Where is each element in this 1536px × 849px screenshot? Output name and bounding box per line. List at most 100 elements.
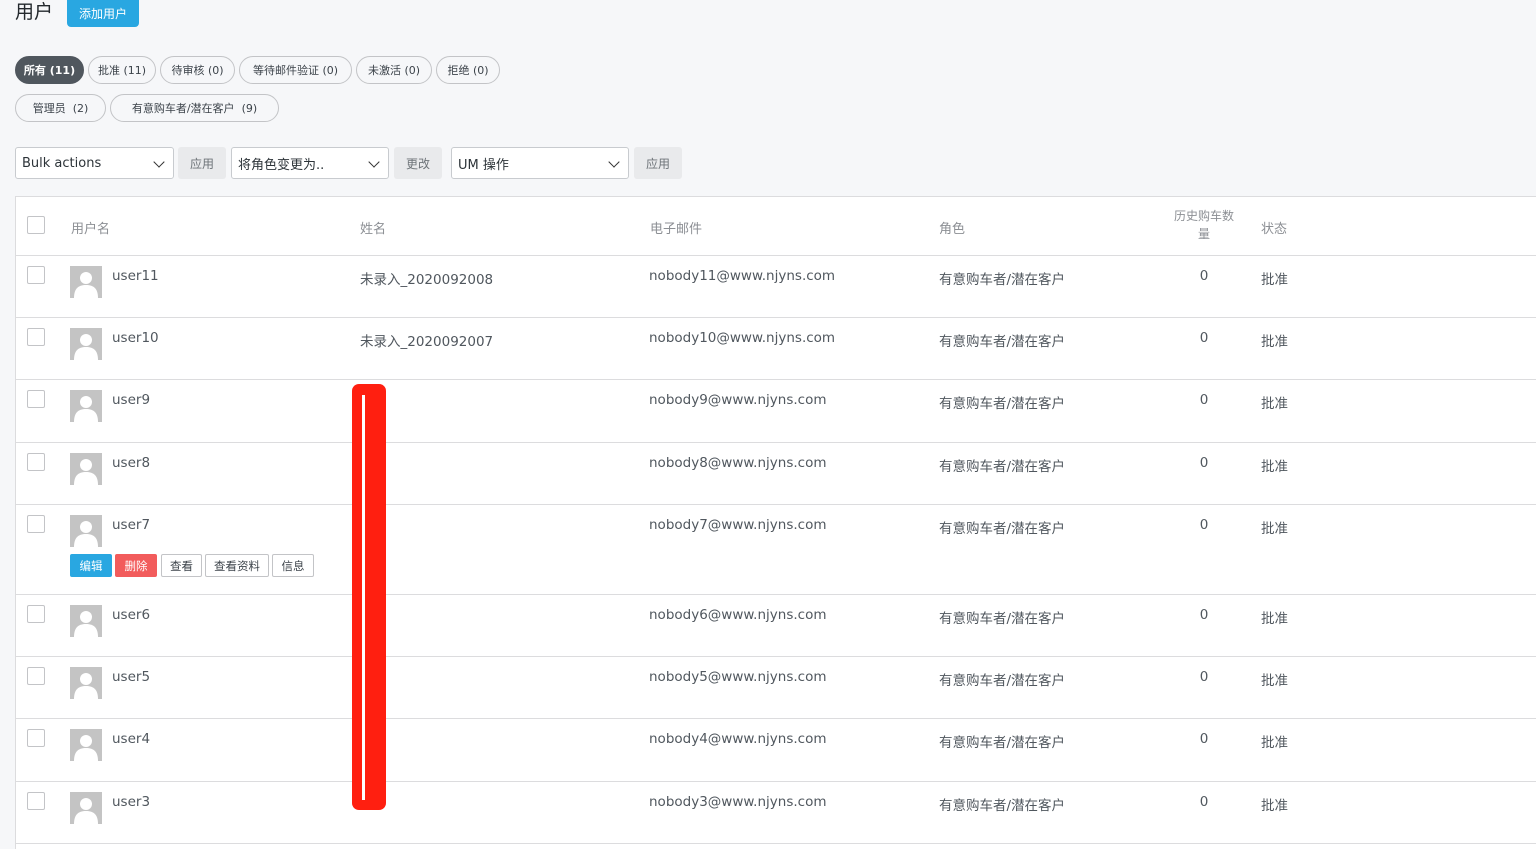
row-checkbox[interactable] [27,792,45,810]
view-button[interactable]: 查看 [161,554,202,577]
history-count: 0 [1199,455,1209,471]
row-checkbox[interactable] [27,667,45,685]
um-actions-value: UM 操作 [458,157,509,173]
history-count: 0 [1199,268,1209,284]
username-link[interactable]: user7 [112,517,150,533]
delete-button[interactable]: 删除 [115,554,157,577]
status-value: 批准 [1261,735,1288,751]
column-status: 状态 [1261,222,1288,237]
username-link[interactable]: user4 [112,731,150,747]
row-checkbox[interactable] [27,390,45,408]
email-link[interactable]: nobody4@www.njyns.com [649,731,826,747]
email-link[interactable]: nobody6@www.njyns.com [649,607,826,623]
row-checkbox[interactable] [27,453,45,471]
filter-count: (2) [72,101,89,115]
status-value: 批准 [1261,272,1288,288]
filter-rejected[interactable]: 拒绝 (0) [436,56,500,84]
avatar [70,453,102,485]
filter-label: 等待邮件验证 [252,64,319,77]
filter-approved[interactable]: 批准 (11) [88,56,156,84]
column-history-line1: 历史购车数 [1173,209,1234,223]
role-value: 有意购车者/潜在客户 [939,611,1066,627]
chevron-down-icon [368,156,380,168]
view-profile-button[interactable]: 查看资料 [205,554,269,577]
email-link[interactable]: nobody8@www.njyns.com [649,455,826,471]
filter-inactive[interactable]: 未激活 (0) [356,56,432,84]
full-name: 未录入_2020092008 [360,272,494,288]
status-value: 批准 [1261,459,1288,475]
username-link[interactable]: user3 [112,794,150,810]
info-button[interactable]: 信息 [272,554,314,577]
role-value: 有意购车者/潜在客户 [939,334,1066,350]
filter-prospects[interactable]: 有意购车者/潜在客户 (9) [110,94,279,122]
username-link[interactable]: user8 [112,455,150,471]
history-count: 0 [1199,669,1209,685]
bulk-actions-select[interactable]: Bulk actions [15,147,174,179]
table-row: user8霖nobody8@www.njyns.com有意购车者/潜在客户0批准 [16,442,1536,505]
role-value: 有意购车者/潜在客户 [939,521,1066,537]
history-count: 0 [1199,794,1209,810]
status-value: 批准 [1261,396,1288,412]
add-user-button[interactable]: 添加用户 [67,0,140,27]
username-link[interactable]: user6 [112,607,150,623]
table-row: user5江nobody5@www.njyns.com有意购车者/潜在客户0批准 [16,656,1536,719]
table-row: user9婷nobody9@www.njyns.com有意购车者/潜在客户0批准 [16,379,1536,443]
email-link[interactable]: nobody5@www.njyns.com [649,669,826,685]
filter-pending-review[interactable]: 待审核 (0) [160,56,235,84]
change-role-select[interactable]: 将角色变更为.. [231,147,389,179]
row-checkbox[interactable] [27,605,45,623]
filter-label: 拒绝 [447,64,470,77]
filter-count: (0) [404,63,421,77]
filter-count: (11) [49,63,76,77]
table-row: user3 nobody3@www.njyns.com 有意购车者/潜在客户 0 批准 [16,781,1536,844]
status-value: 批准 [1261,334,1288,350]
role-value: 有意购车者/潜在客户 [939,673,1066,689]
row-checkbox[interactable] [27,328,45,346]
email-link[interactable]: nobody3@www.njyns.com [649,794,826,810]
history-count: 0 [1199,392,1209,408]
change-role-value: 将角色变更为.. [238,157,325,173]
column-name[interactable]: 姓名 [360,218,386,237]
change-role-button[interactable]: 更改 [394,147,442,179]
apply-um-button[interactable]: 应用 [634,147,682,179]
table-row: user7龙nobody7@www.njyns.com有意购车者/潜在客户0批准… [16,504,1536,595]
filter-count: (0) [472,63,489,77]
role-value: 有意购车者/潜在客户 [939,272,1066,288]
avatar [70,328,102,360]
filter-count: (11) [123,63,147,77]
select-all-checkbox[interactable] [27,216,45,234]
avatar [70,515,102,547]
email-link[interactable]: nobody10@www.njyns.com [649,330,835,346]
filter-admin[interactable]: 管理员 (2) [15,94,106,122]
row-checkbox[interactable] [27,729,45,747]
role-value: 有意购车者/潜在客户 [939,396,1066,412]
avatar [70,667,102,699]
column-username[interactable]: 用户名 [71,218,110,237]
email-link[interactable]: nobody11@www.njyns.com [649,268,835,284]
row-checkbox[interactable] [27,515,45,533]
username-link[interactable]: user11 [112,268,159,284]
edit-button[interactable]: 编辑 [70,554,112,577]
table-row: user4 nobody4@www.njyns.com 有意购车者/潜在客户 0 批准 [16,718,1536,782]
row-checkbox[interactable] [27,266,45,284]
avatar [70,390,102,422]
username-link[interactable]: user9 [112,392,150,408]
full-name: 未录入_2020092007 [360,334,494,350]
column-email[interactable]: 电子邮件 [650,218,702,237]
history-count: 0 [1199,607,1209,623]
filter-awaiting-email[interactable]: 等待邮件验证 (0) [239,56,352,84]
status-value: 批准 [1261,673,1288,689]
chevron-down-icon [608,156,620,168]
history-count: 0 [1199,517,1209,533]
filter-all[interactable]: 所有 (11) [15,56,84,84]
email-link[interactable]: nobody9@www.njyns.com [649,392,826,408]
email-link[interactable]: nobody7@www.njyns.com [649,517,826,533]
column-role: 角色 [939,222,966,237]
username-link[interactable]: user10 [112,330,159,346]
avatar [70,605,102,637]
avatar [70,792,102,824]
um-actions-select[interactable]: UM 操作 [451,147,629,179]
username-link[interactable]: user5 [112,669,150,685]
filter-label: 批准 [97,64,120,77]
apply-bulk-button[interactable]: 应用 [178,147,226,179]
